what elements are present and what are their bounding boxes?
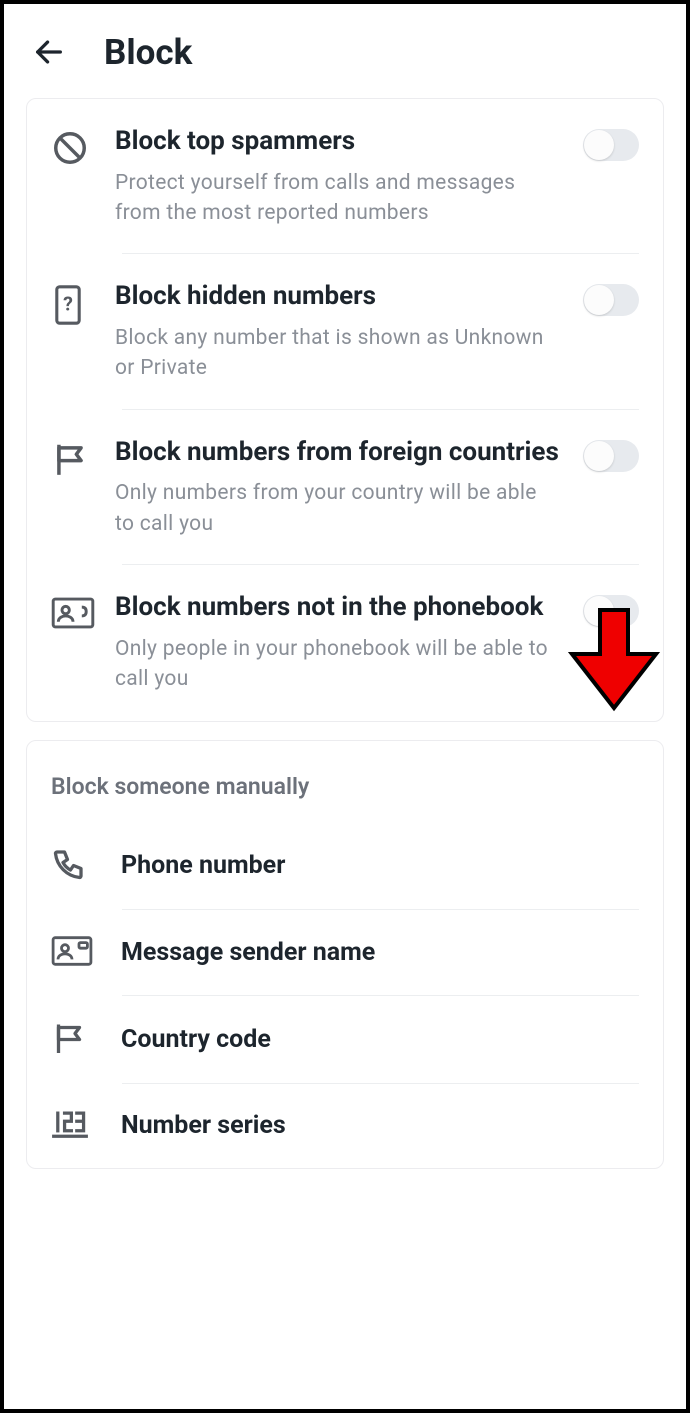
toggle-block-top-spammers[interactable] [583, 129, 639, 161]
toggle-block-foreign-countries[interactable] [583, 440, 639, 472]
row-title: Block numbers not in the phonebook [115, 591, 559, 624]
manual-item-country-code[interactable]: Country code [27, 996, 663, 1084]
flag-icon [51, 1020, 121, 1060]
manual-item-number-series[interactable]: Number series [27, 1084, 663, 1168]
flag-icon [51, 436, 115, 539]
manual-item-phone-number[interactable]: Phone number [27, 822, 663, 910]
row-block-top-spammers: Block top spammers Protect yourself from… [27, 99, 663, 254]
row-title: Block hidden numbers [115, 280, 559, 313]
ban-icon [51, 125, 115, 228]
toggle-block-hidden-numbers[interactable] [583, 284, 639, 316]
auto-block-card: Block top spammers Protect yourself from… [26, 98, 664, 722]
row-subtitle: Only numbers from your country will be a… [115, 478, 559, 539]
svg-text:?: ? [63, 293, 73, 316]
number-series-icon [51, 1108, 121, 1144]
toggle-block-not-in-phonebook[interactable] [583, 595, 639, 627]
manual-item-label: Message sender name [121, 938, 375, 967]
back-arrow-icon [32, 35, 66, 69]
row-block-not-in-phonebook: Block numbers not in the phonebook Only … [27, 565, 663, 720]
manual-item-label: Country code [121, 1025, 271, 1054]
contact-phone-icon [51, 591, 115, 694]
phone-icon [51, 846, 121, 886]
device-unknown-icon: ? [51, 280, 115, 383]
row-block-hidden-numbers: ? Block hidden numbers Block any number … [27, 254, 663, 409]
manual-item-message-sender-name[interactable]: Message sender name [27, 910, 663, 996]
manual-item-label: Phone number [121, 851, 285, 880]
manual-block-card: Block someone manually Phone number Mess… [26, 740, 664, 1169]
manual-item-label: Number series [121, 1111, 286, 1140]
row-subtitle: Block any number that is shown as Unknow… [115, 323, 559, 384]
contact-card-icon [51, 934, 121, 972]
row-title: Block numbers from foreign countries [115, 436, 559, 469]
manual-block-heading: Block someone manually [27, 741, 663, 822]
row-subtitle: Only people in your phonebook will be ab… [115, 634, 559, 695]
back-button[interactable] [32, 30, 76, 74]
page-title: Block [104, 32, 192, 73]
row-subtitle: Protect yourself from calls and messages… [115, 168, 559, 229]
header: Block [4, 4, 686, 86]
row-block-foreign-countries: Block numbers from foreign countries Onl… [27, 410, 663, 565]
row-title: Block top spammers [115, 125, 559, 158]
